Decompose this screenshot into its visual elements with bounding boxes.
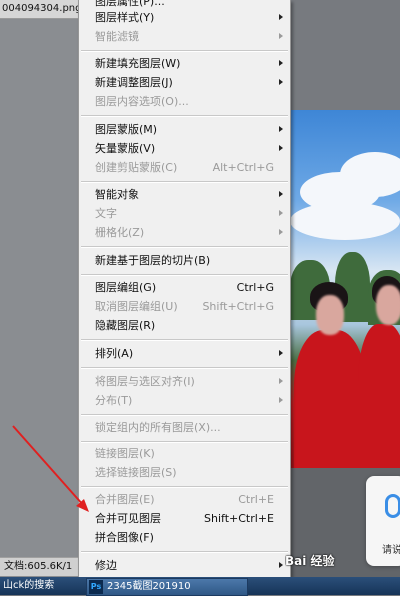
taskbar-app-label: 2345截图201910 (107, 581, 191, 592)
menu-item-hide-layers[interactable]: 隐藏图层(R) (81, 316, 288, 335)
menu-item-layer-mask[interactable]: 图层蒙版(M) (81, 120, 288, 139)
microphone-icon[interactable] (385, 494, 400, 518)
taskbar-app-button[interactable]: Ps 2345截图201910 (86, 578, 248, 596)
menu-separator (81, 551, 288, 553)
menu-item-select-linked-layers[interactable]: 选择链接图层(S) (81, 463, 288, 482)
document-tab[interactable]: 004094304.png (0, 0, 80, 19)
menu-item-merge-visible[interactable]: 合并可见图层 Shift+Ctrl+E (81, 509, 288, 528)
submenu-arrow-icon (279, 14, 283, 20)
menu-item-rasterize[interactable]: 栅格化(Z) (81, 223, 288, 242)
workspace-background (0, 0, 78, 595)
watermark: Bai 经验 (285, 554, 335, 568)
menu-item-ungroup-layers[interactable]: 取消图层编组(U) Shift+Ctrl+G (81, 297, 288, 316)
menu-item-link-layers[interactable]: 链接图层(K) (81, 444, 288, 463)
canvas-photo (290, 110, 400, 468)
submenu-arrow-icon (279, 210, 283, 216)
submenu-arrow-icon (279, 191, 283, 197)
menu-item-layer-style[interactable]: 图层样式(Y) (81, 8, 288, 27)
menu-item-new-layer-based-slice[interactable]: 新建基于图层的切片(B) (81, 251, 288, 270)
menu-item-smart-object[interactable]: 智能对象 (81, 185, 288, 204)
menu-item-group-layers[interactable]: 图层编组(G) Ctrl+G (81, 278, 288, 297)
menu-item-new-adjustment-layer[interactable]: 新建调整图层(J) (81, 73, 288, 92)
document-status: 文档:605.6K/1 (0, 557, 82, 576)
submenu-arrow-icon (279, 397, 283, 403)
submenu-arrow-icon (279, 350, 283, 356)
menu-separator (81, 367, 288, 369)
photoshop-icon: Ps (89, 580, 103, 594)
menu-separator (81, 115, 288, 117)
submenu-arrow-icon (279, 145, 283, 151)
submenu-arrow-icon (279, 33, 283, 39)
menu-separator (81, 339, 288, 341)
taskbar-search-item[interactable]: 山ck的搜索 (0, 577, 85, 595)
menu-separator (81, 441, 288, 443)
submenu-arrow-icon (279, 378, 283, 384)
menu-item-type[interactable]: 文字 (81, 204, 288, 223)
submenu-arrow-icon (279, 126, 283, 132)
menu-item-layer-content-options[interactable]: 图层内容选项(O)... (81, 92, 288, 111)
submenu-arrow-icon (279, 562, 283, 568)
menu-item-new-fill-layer[interactable]: 新建填充图层(W) (81, 54, 288, 73)
menu-item-matting[interactable]: 修边 (81, 556, 288, 575)
menu-item-align-layers-to-selection[interactable]: 将图层与选区对齐(I) (81, 372, 288, 391)
menu-item-flatten-image[interactable]: 拼合图像(F) (81, 528, 288, 547)
menu-separator (81, 50, 288, 52)
menu-item-arrange[interactable]: 排列(A) (81, 344, 288, 363)
menu-separator (81, 486, 288, 488)
menu-item-create-clipping-mask[interactable]: 创建剪贴蒙版(C) Alt+Ctrl+G (81, 158, 288, 177)
menu-separator (81, 181, 288, 183)
submenu-arrow-icon (279, 60, 283, 66)
submenu-arrow-icon (279, 229, 283, 235)
taskbar: 山ck的搜索 Ps 2345截图201910 (0, 577, 400, 596)
menu-item-distribute[interactable]: 分布(T) (81, 391, 288, 410)
menu-separator (81, 414, 288, 416)
menu-item-smart-filter[interactable]: 智能滤镜 (81, 27, 288, 46)
menu-item-merge-layers[interactable]: 合并图层(E) Ctrl+E (81, 490, 288, 509)
menu-item-lock-all-layers-in-group[interactable]: 锁定组内的所有图层(X)... (81, 418, 288, 437)
layer-menu: 图层属性(P)... 图层样式(Y) 智能滤镜 新建填充图层(W) 新建调整图层… (78, 0, 291, 577)
menu-separator (81, 274, 288, 276)
submenu-arrow-icon (279, 79, 283, 85)
menu-separator (81, 246, 288, 248)
menu-item-vector-mask[interactable]: 矢量蒙版(V) (81, 139, 288, 158)
